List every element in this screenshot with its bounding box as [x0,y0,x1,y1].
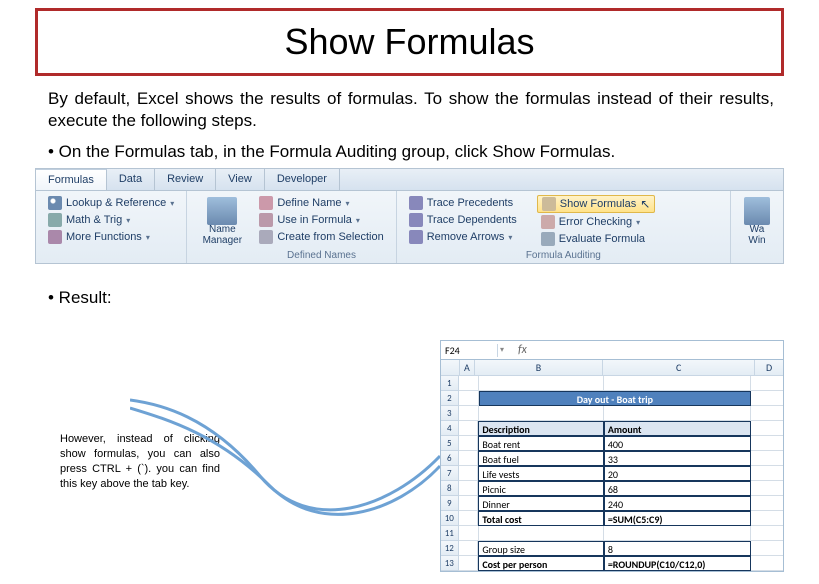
row-header[interactable]: 9 [441,496,459,511]
row-header[interactable]: 5 [441,436,459,451]
create-from-selection-button[interactable]: Create from Selection [255,229,387,245]
row-header[interactable]: 2 [441,391,459,406]
row-header[interactable]: 8 [441,481,459,496]
row-header[interactable]: 3 [441,406,459,421]
tip-text: However, instead of clicking show formul… [60,432,220,491]
error-icon [541,215,555,229]
row-header[interactable]: 4 [441,421,459,436]
lookup-icon [48,196,62,210]
evaluate-icon [541,232,555,246]
evaluate-formula-button[interactable]: Evaluate Formula [537,231,655,247]
intro-text: By default, Excel shows the results of f… [48,88,774,132]
header-amount[interactable]: Amount [604,421,751,436]
watch-icon [744,197,770,225]
tab-formulas[interactable]: Formulas [36,169,107,190]
tag-icon [259,196,273,210]
trace-precedents-icon [409,196,423,210]
group-watch: WaWin [731,191,783,263]
ribbon-body: Lookup & Reference Math & Trig More Func… [36,191,783,263]
group-size-value[interactable]: 8 [604,541,751,556]
row-header[interactable]: 7 [441,466,459,481]
worksheet-grid: A B C D 1 2 Day out - Boat trip 3 4 Descri… [440,360,784,572]
defined-names-title: Defined Names [255,250,387,261]
name-box[interactable]: F24 [441,344,498,357]
math-icon [48,213,62,227]
cursor-icon: ↖ [640,197,650,211]
trace-precedents-button[interactable]: Trace Precedents [405,195,521,211]
col-header-b[interactable]: B [475,360,603,376]
cpp-label[interactable]: Cost per person [478,556,603,571]
total-label[interactable]: Total cost [478,511,603,526]
row-header[interactable]: 1 [441,376,459,391]
use-in-formula-button[interactable]: Use in Formula [255,212,387,228]
header-description[interactable]: Description [478,421,603,436]
select-all-corner[interactable] [441,360,460,376]
result-label: • Result: [48,288,819,308]
row-header[interactable]: 11 [441,526,459,541]
watch-window-button[interactable]: WaWin [739,195,775,248]
tab-view[interactable]: View [216,169,265,190]
lookup-reference-button[interactable]: Lookup & Reference [44,195,178,211]
fx-icon [259,213,273,227]
formula-auditing-title: Formula Auditing [405,250,722,261]
group-function-library: Lookup & Reference Math & Trig More Func… [36,191,187,263]
col-header-d[interactable]: D [755,360,783,376]
step-1: • On the Formulas tab, in the Formula Au… [48,142,774,162]
error-checking-button[interactable]: Error Checking [537,214,655,230]
total-formula[interactable]: =SUM(C5:C9) [604,511,751,526]
trace-dependents-button[interactable]: Trace Dependents [405,212,521,228]
row-header[interactable]: 10 [441,511,459,526]
more-icon [48,230,62,244]
excel-ribbon: Formulas Data Review View Developer Look… [35,168,784,264]
sheet-title-cell[interactable]: Day out - Boat trip [479,391,751,406]
show-formulas-icon [542,197,556,211]
ribbon-tabs: Formulas Data Review View Developer [36,169,783,191]
tab-review[interactable]: Review [155,169,216,190]
define-name-button[interactable]: Define Name [255,195,387,211]
title-box: Show Formulas [35,8,784,76]
math-trig-button[interactable]: Math & Trig [44,212,178,228]
col-header-a[interactable]: A [460,360,475,376]
group-size-label[interactable]: Group size [478,541,603,556]
tab-data[interactable]: Data [107,169,155,190]
cpp-formula[interactable]: =ROUNDUP(C10/C12,0) [604,556,751,571]
name-manager-icon [207,197,237,225]
group-formula-auditing: Trace Precedents Trace Dependents Remove… [397,191,731,263]
row-header[interactable]: 13 [441,556,459,571]
more-functions-button[interactable]: More Functions [44,229,178,245]
remove-arrows-button[interactable]: Remove Arrows [405,229,521,245]
formula-bar: F24 ▾ fx [440,340,784,360]
selection-icon [259,230,273,244]
row-header[interactable]: 12 [441,541,459,556]
trace-dependents-icon [409,213,423,227]
tab-developer[interactable]: Developer [265,169,340,190]
show-formulas-button[interactable]: Show Formulas↖ [537,195,655,213]
row-header[interactable]: 6 [441,451,459,466]
page-title: Show Formulas [284,21,534,62]
col-header-c[interactable]: C [603,360,755,376]
fx-icon-label[interactable]: fx [512,343,533,357]
name-manager-button[interactable]: Name Manager [195,195,249,248]
remove-arrows-icon [409,230,423,244]
excel-result-view: F24 ▾ fx A B C D 1 2 Day out - Boat trip … [440,340,784,572]
group-defined-names: Name Manager Define Name Use in Formula … [187,191,396,263]
